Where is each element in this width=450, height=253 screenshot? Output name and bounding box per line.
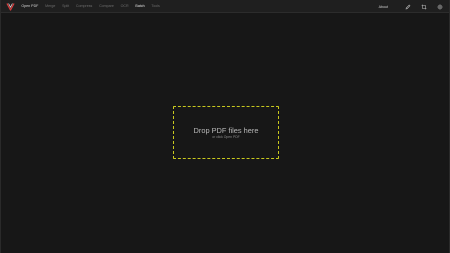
menu-split[interactable]: Split [59, 0, 73, 13]
menu-batch[interactable]: Batch [132, 0, 148, 13]
toolbar-right: About [379, 0, 449, 13]
settings-gear-icon[interactable] [437, 3, 443, 10]
pdf-dropzone[interactable]: Drop PDF files here or click Open PDF [173, 106, 279, 159]
dropzone-title: Drop PDF files here [193, 125, 259, 135]
menu-merge[interactable]: Merge [42, 0, 59, 13]
about-link[interactable]: About [379, 5, 388, 9]
menu-tools[interactable]: Tools [148, 0, 163, 13]
menu-ocr[interactable]: OCR [117, 0, 132, 13]
menu-compare[interactable]: Compare [96, 0, 118, 13]
dropzone-subtitle: or click Open PDF [212, 134, 240, 139]
v-logo-icon [6, 2, 15, 11]
crop-icon[interactable] [421, 4, 427, 10]
main-menu: Open PDF Merge Split Compress Compare OC… [18, 0, 163, 12]
app-window: Open PDF Merge Split Compress Compare OC… [0, 0, 450, 253]
menu-compress[interactable]: Compress [73, 0, 96, 13]
edit-pen-icon[interactable] [405, 4, 411, 10]
menu-open-pdf[interactable]: Open PDF [18, 0, 42, 13]
top-toolbar: Open PDF Merge Split Compress Compare OC… [1, 0, 449, 13]
